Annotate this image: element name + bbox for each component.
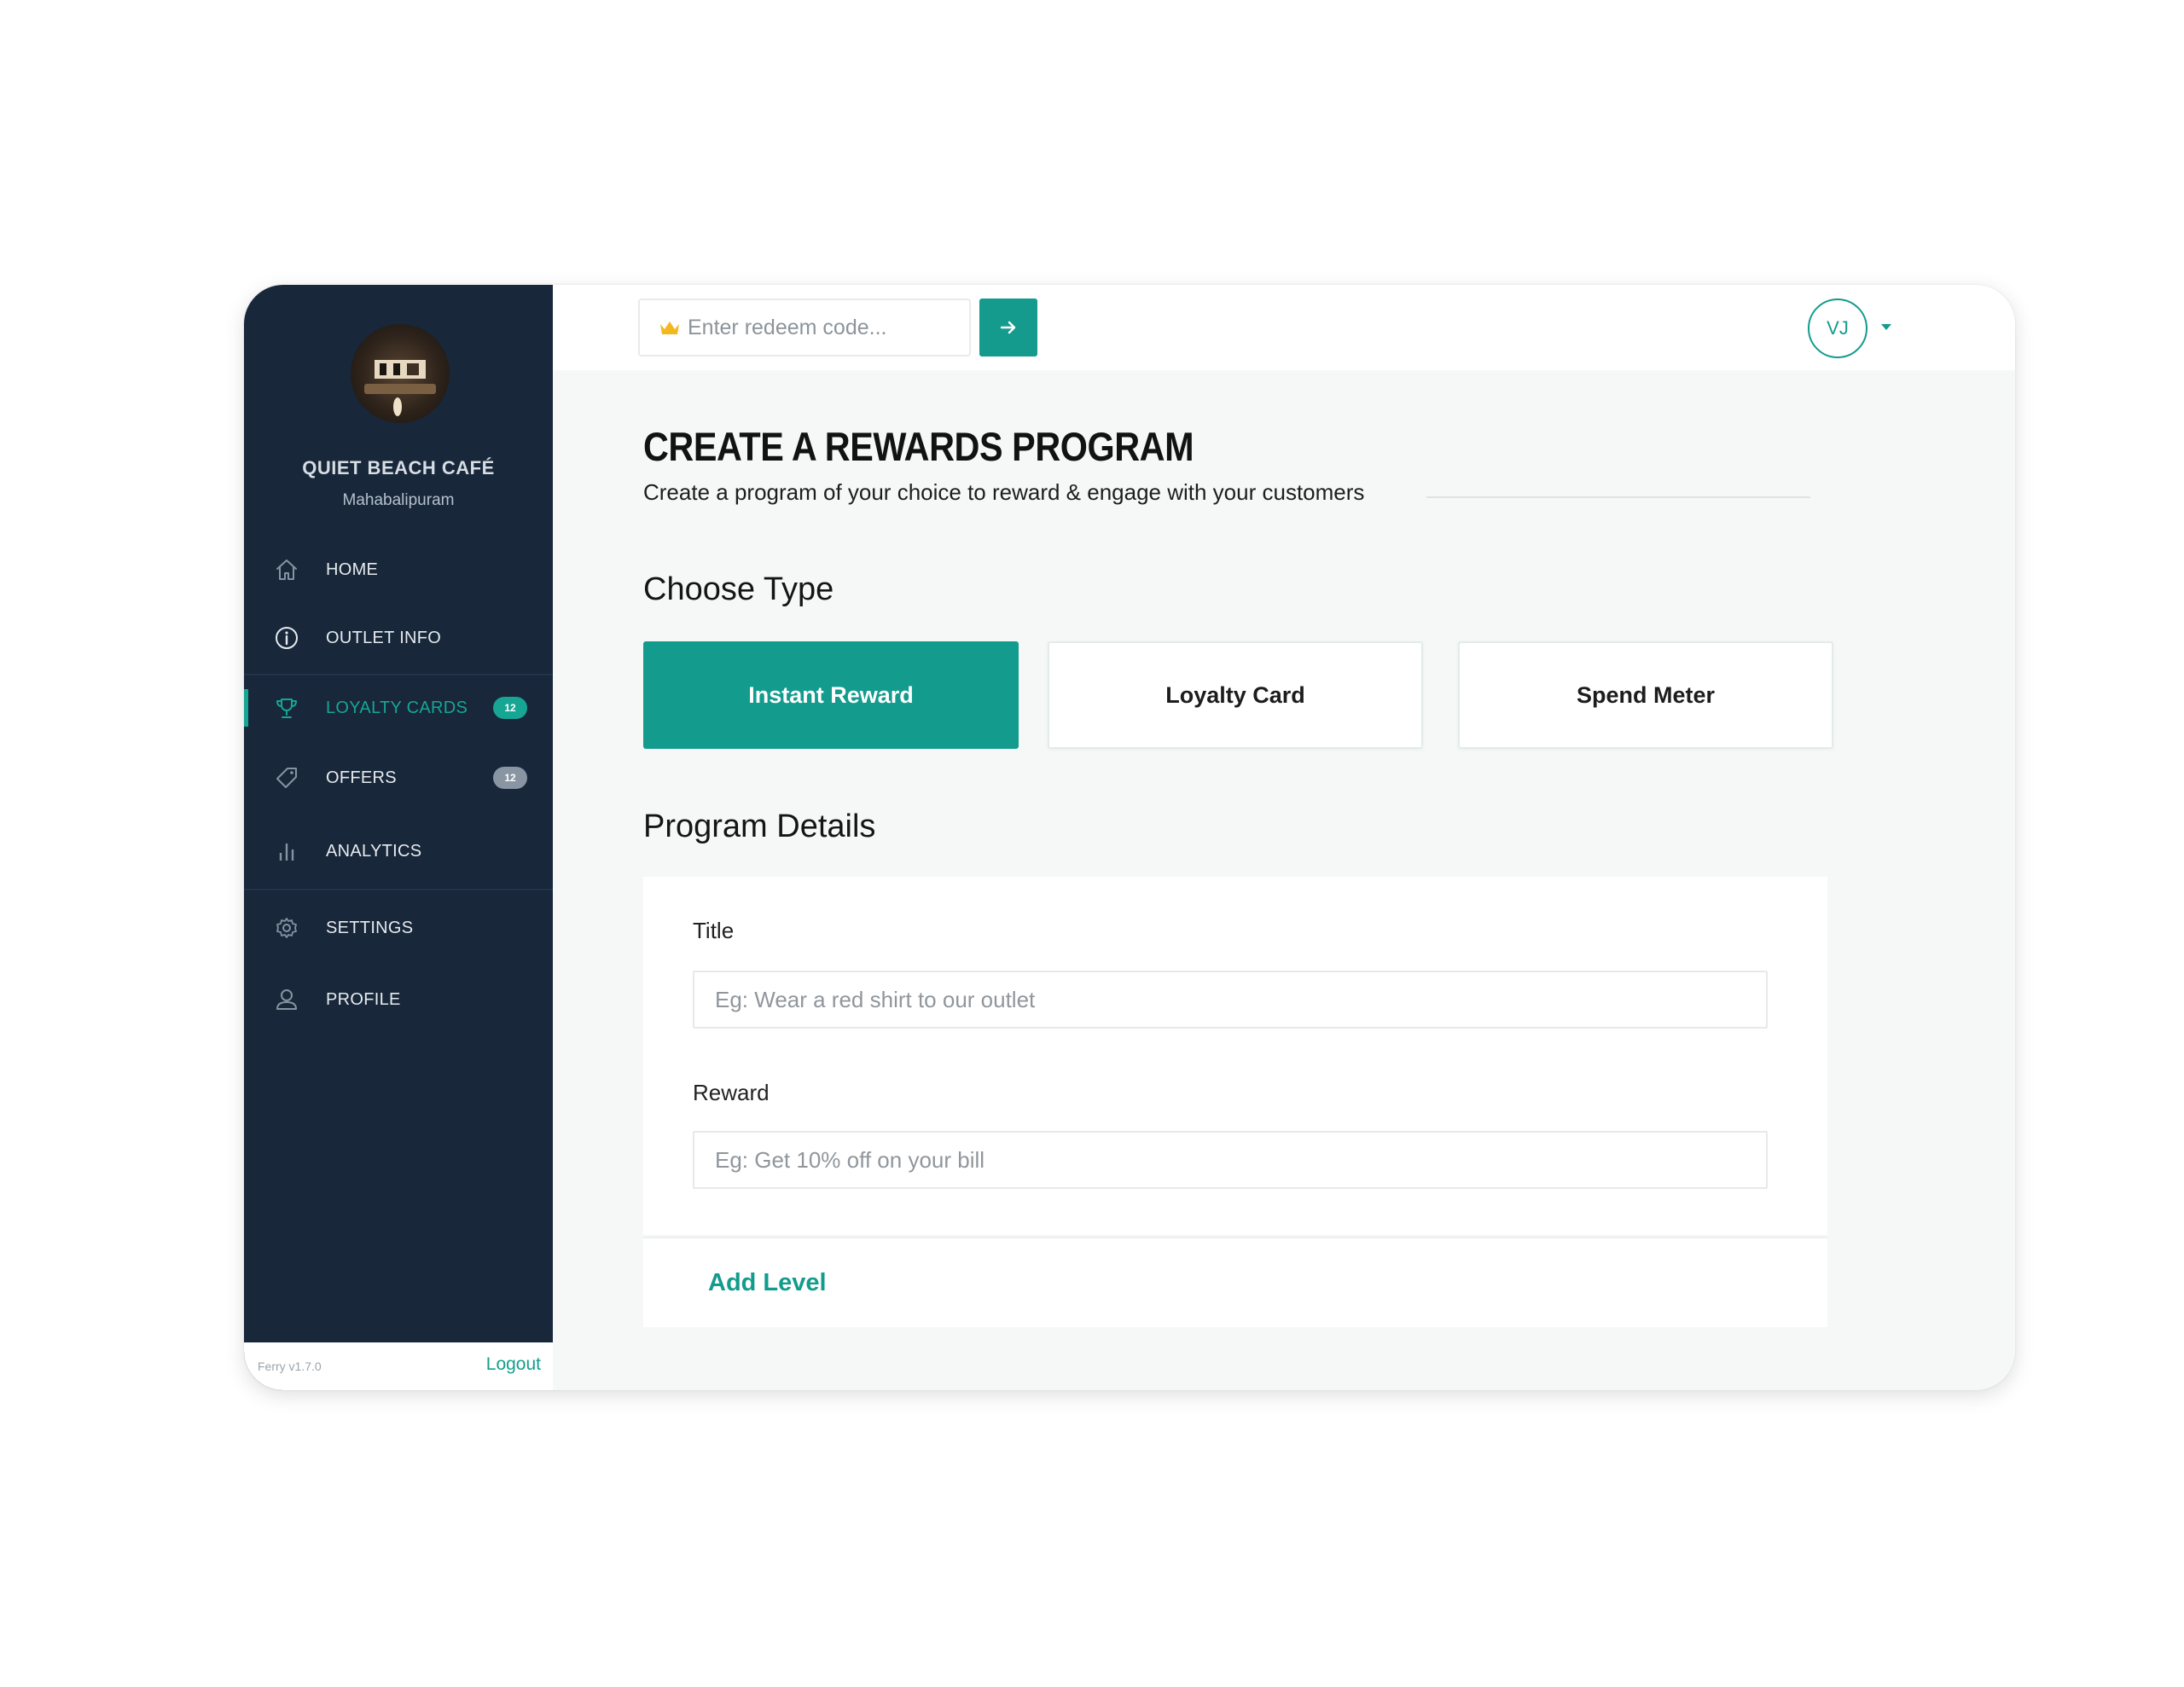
type-card-label: Instant Reward [748, 681, 914, 708]
home-icon [273, 556, 300, 583]
loyalty-cards-count-badge: 12 [493, 697, 527, 719]
sidebar-item-settings[interactable]: SETTINGS [244, 902, 553, 954]
redeem-code-box [638, 299, 971, 357]
app-window: QUIET BEACH CAFÉ Mahabalipuram HOME OUTL… [244, 285, 2015, 1390]
user-icon [273, 986, 300, 1013]
nav-divider [244, 674, 553, 675]
sidebar-item-label: PROFILE [326, 989, 401, 1009]
topbar: VJ [553, 285, 2015, 370]
reward-input[interactable] [693, 1131, 1768, 1189]
type-card-loyalty-card[interactable]: Loyalty Card [1048, 641, 1423, 749]
user-avatar[interactable]: VJ [1808, 299, 1867, 358]
sidebar-item-outlet-info[interactable]: OUTLET INFO [244, 612, 553, 664]
type-card-instant-reward[interactable]: Instant Reward [643, 641, 1019, 749]
logout-link[interactable]: Logout [486, 1354, 541, 1375]
page-title: CREATE A REWARDS PROGRAM [643, 424, 1194, 469]
add-level-panel: Add Level [643, 1237, 1827, 1327]
redeem-code-input[interactable] [688, 302, 961, 353]
program-details-heading: Program Details [643, 809, 876, 844]
choose-type-heading: Choose Type [643, 571, 834, 607]
redeem-submit-button[interactable] [979, 299, 1037, 357]
outlet-avatar [351, 324, 450, 423]
page-subtitle: Create a program of your choice to rewar… [643, 479, 1365, 505]
offers-count-badge: 12 [493, 767, 527, 789]
sidebar-item-label: OFFERS [326, 768, 397, 787]
sidebar-item-label: HOME [326, 559, 379, 579]
outlet-name: QUIET BEACH CAFÉ [302, 457, 495, 478]
sidebar-item-label: SETTINGS [326, 918, 414, 937]
add-level-button[interactable]: Add Level [708, 1269, 827, 1297]
sidebar-item-profile[interactable]: PROFILE [244, 974, 553, 1025]
title-label: Title [693, 918, 735, 943]
info-icon [273, 624, 300, 652]
app-version: Ferry v1.7.0 [258, 1359, 322, 1373]
caret-down-icon[interactable] [1881, 324, 1891, 330]
program-details-panel: Title Reward [643, 877, 1827, 1235]
type-card-label: Loyalty Card [1165, 681, 1305, 708]
sidebar-item-label: LOYALTY CARDS [326, 698, 468, 717]
sidebar-item-offers[interactable]: OFFERS 12 [244, 752, 553, 803]
type-card-spend-meter[interactable]: Spend Meter [1458, 641, 1833, 749]
gear-icon [273, 914, 300, 942]
sidebar: QUIET BEACH CAFÉ Mahabalipuram HOME OUTL… [244, 285, 553, 1390]
sidebar-item-label: OUTLET INFO [326, 628, 442, 647]
sidebar-item-analytics[interactable]: ANALYTICS [244, 826, 553, 877]
title-input[interactable] [693, 971, 1768, 1029]
outlet-location: Mahabalipuram [342, 491, 455, 509]
sidebar-item-label: ANALYTICS [326, 841, 422, 861]
reward-label: Reward [693, 1080, 770, 1105]
trophy-icon [273, 694, 300, 722]
sidebar-item-home[interactable]: HOME [244, 544, 553, 595]
subtitle-divider [1426, 496, 1810, 498]
sidebar-item-loyalty-cards[interactable]: LOYALTY CARDS 12 [244, 682, 553, 733]
tag-icon [273, 764, 300, 791]
nav-divider [244, 889, 553, 890]
type-card-label: Spend Meter [1576, 681, 1716, 708]
crown-icon [659, 319, 681, 338]
bar-chart-icon [273, 838, 300, 865]
sidebar-footer: Ferry v1.7.0 Logout [244, 1342, 553, 1390]
